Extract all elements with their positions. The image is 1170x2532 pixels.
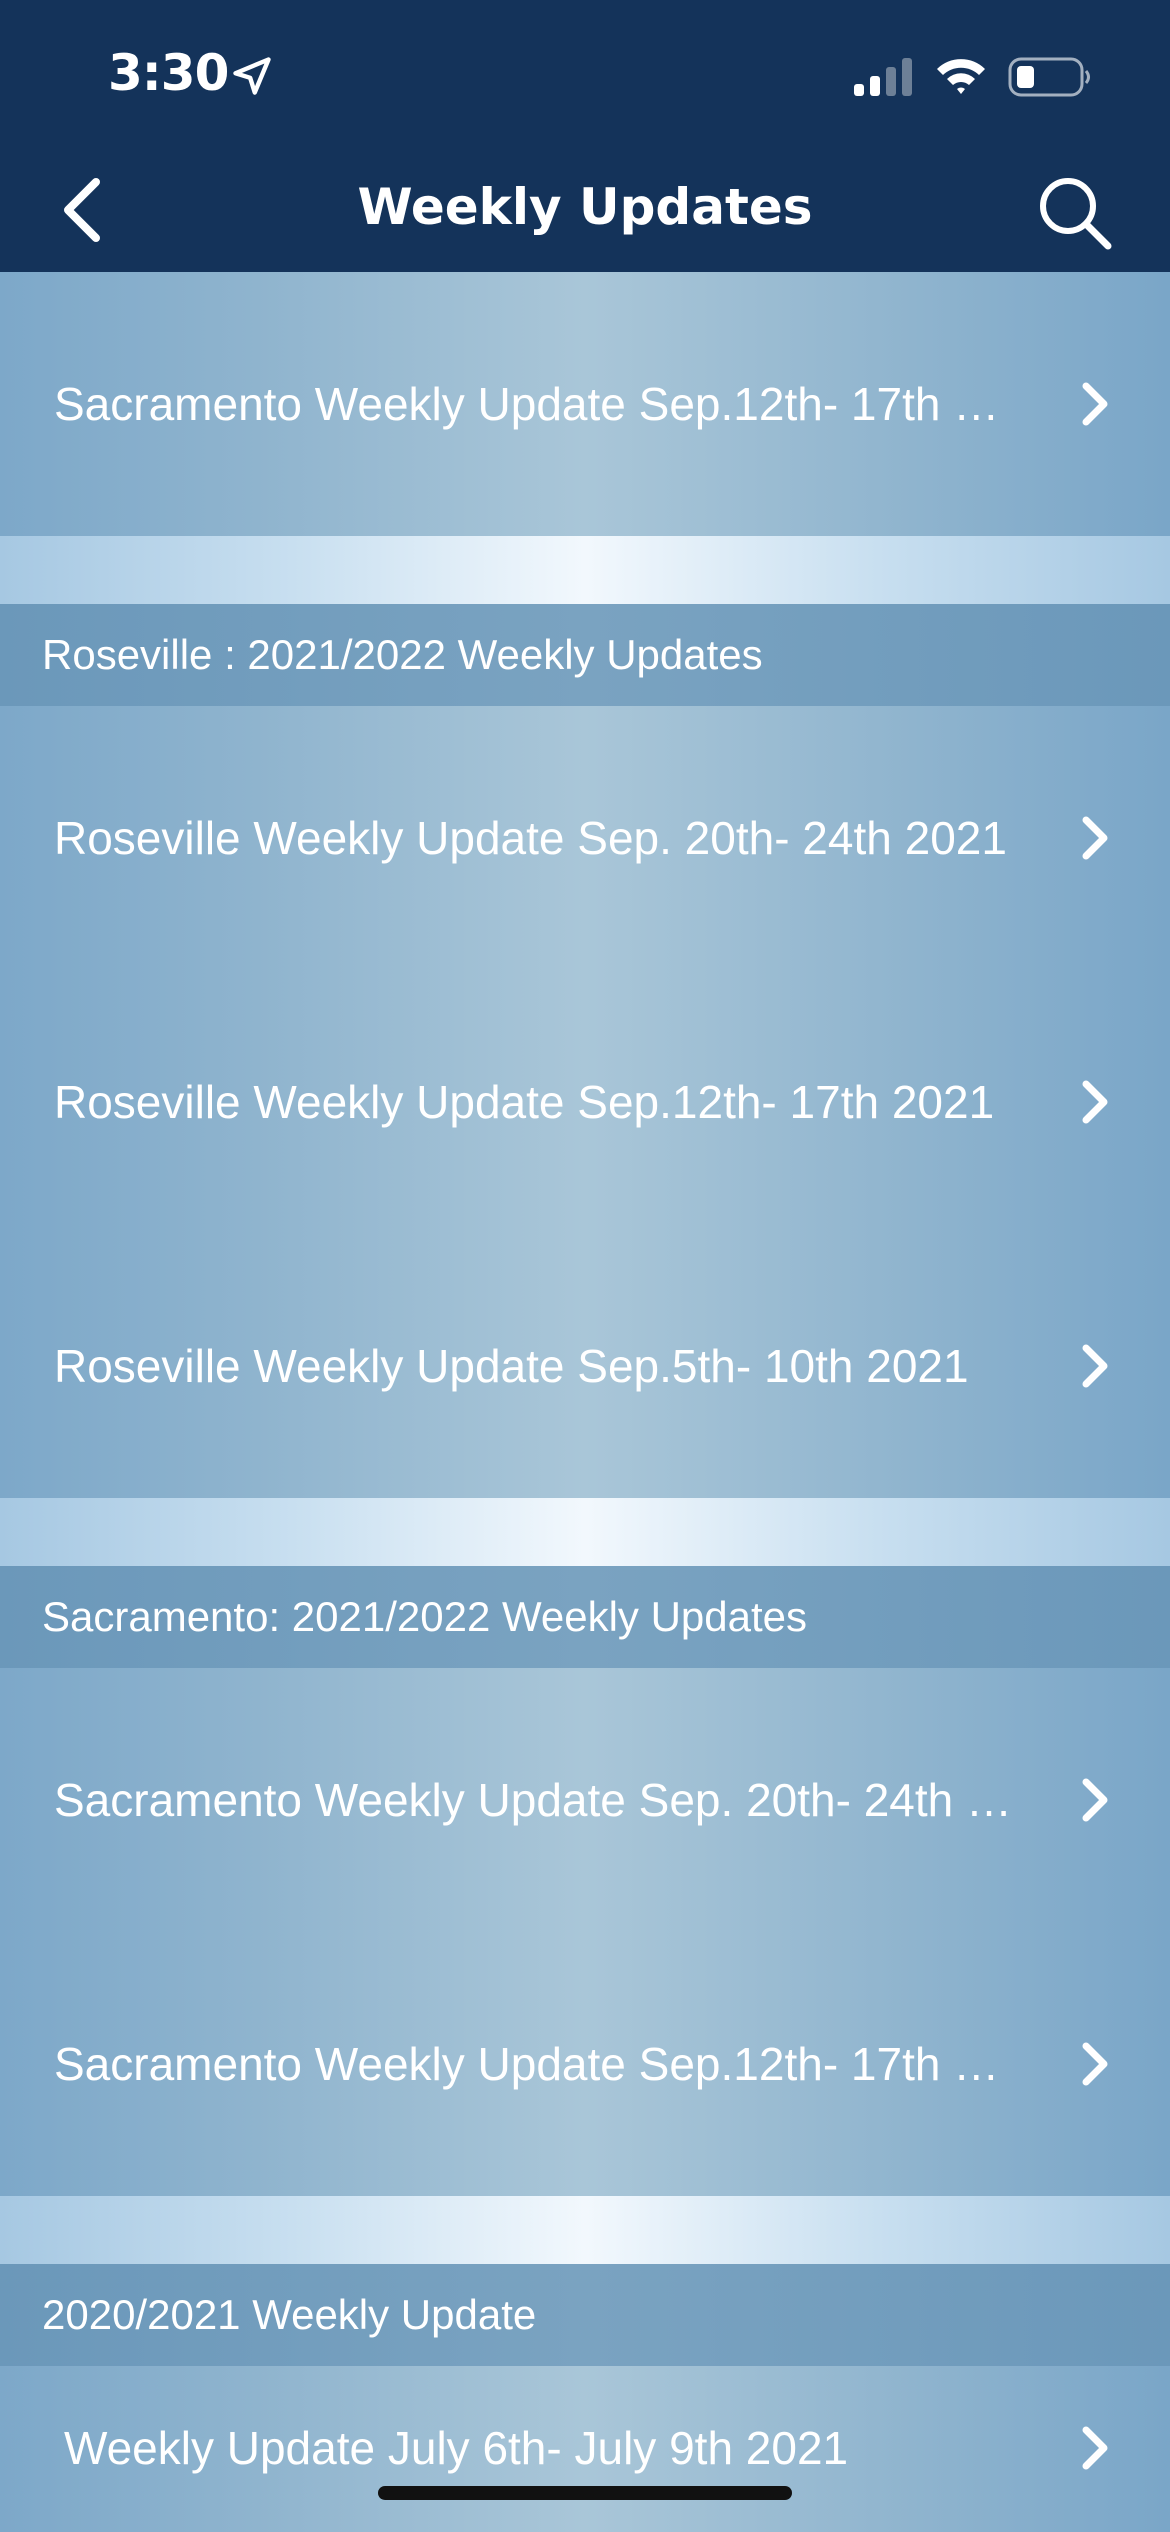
section-divider bbox=[0, 536, 1170, 604]
search-icon[interactable] bbox=[1036, 174, 1112, 250]
section-title: Roseville : 2021/2022 Weekly Updates bbox=[42, 631, 763, 678]
battery-icon bbox=[1008, 57, 1090, 97]
status-bar: 3:30 bbox=[0, 0, 1170, 154]
list-item[interactable]: Sacramento Weekly Update Sep.12th- 17th … bbox=[0, 1932, 1170, 2196]
section-header: Sacramento: 2021/2022 Weekly Updates bbox=[0, 1566, 1170, 1668]
list-item[interactable]: Weekly Update July 6th- July 9th 2021 bbox=[0, 2366, 1170, 2532]
section-divider bbox=[0, 2196, 1170, 2264]
list-item[interactable]: Roseville Weekly Update Sep.12th- 17th 2… bbox=[0, 970, 1170, 1234]
section-header: 2020/2021 Weekly Update bbox=[0, 2264, 1170, 2366]
chevron-right-icon bbox=[1082, 2042, 1108, 2086]
chevron-right-icon bbox=[1082, 382, 1108, 426]
list-item[interactable]: Roseville Weekly Update Sep. 20th- 24th … bbox=[0, 706, 1170, 970]
list-item-label: Sacramento Weekly Update Sep.12th- 17th … bbox=[54, 378, 1024, 430]
list-item-label: Roseville Weekly Update Sep. 20th- 24th … bbox=[54, 812, 1007, 864]
list-item[interactable]: Sacramento Weekly Update Sep. 20th- 24th… bbox=[0, 1668, 1170, 1932]
list-item-label: Roseville Weekly Update Sep.12th- 17th 2… bbox=[54, 1076, 995, 1128]
status-time: 3:30 bbox=[108, 44, 229, 102]
list-item-label: Sacramento Weekly Update Sep.12th- 17th … bbox=[54, 2038, 1024, 2090]
chevron-right-icon bbox=[1082, 816, 1108, 860]
chevron-right-icon bbox=[1082, 1344, 1108, 1388]
location-arrow-icon bbox=[233, 57, 271, 95]
list-item[interactable]: Roseville Weekly Update Sep.5th- 10th 20… bbox=[0, 1234, 1170, 1498]
section-header: Roseville : 2021/2022 Weekly Updates bbox=[0, 604, 1170, 706]
page-title: Weekly Updates bbox=[357, 178, 813, 236]
home-indicator[interactable] bbox=[378, 2486, 792, 2500]
list-item-label: Roseville Weekly Update Sep.5th- 10th 20… bbox=[54, 1340, 969, 1392]
chevron-right-icon bbox=[1082, 2426, 1108, 2470]
wifi-icon bbox=[937, 59, 985, 94]
list-item-label: Weekly Update July 6th- July 9th 2021 bbox=[64, 2422, 849, 2474]
section-divider bbox=[0, 1498, 1170, 1566]
chevron-right-icon bbox=[1082, 1778, 1108, 1822]
section-title: 2020/2021 Weekly Update bbox=[42, 2291, 537, 2338]
navigation-bar: Weekly Updates bbox=[0, 154, 1170, 272]
chevron-right-icon bbox=[1082, 1080, 1108, 1124]
list-item-label: Sacramento Weekly Update Sep. 20th- 24th… bbox=[54, 1774, 1024, 1826]
updates-list: Sacramento Weekly Update Sep.12th- 17th … bbox=[0, 272, 1170, 2532]
list-item[interactable]: Sacramento Weekly Update Sep.12th- 17th … bbox=[0, 272, 1170, 536]
section-title: Sacramento: 2021/2022 Weekly Updates bbox=[42, 1593, 808, 1640]
cellular-signal-icon bbox=[854, 58, 912, 96]
